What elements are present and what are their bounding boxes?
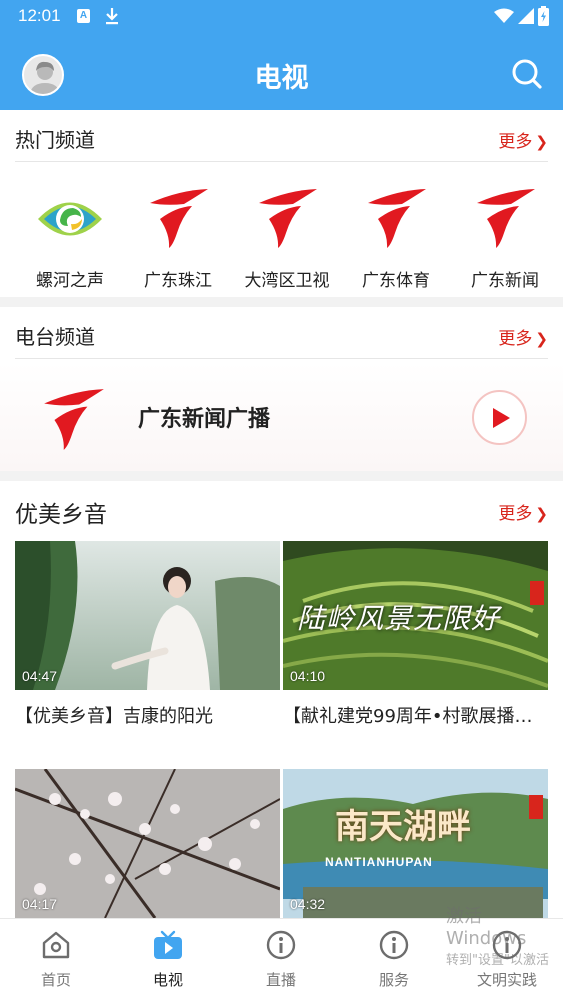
windows-activation-watermark: 激活 Windows 转到"设置"以激活 (446, 906, 563, 972)
battery-icon (538, 6, 549, 26)
more-label: 更多 (498, 132, 533, 152)
video-duration: 04:17 (22, 896, 58, 912)
search-icon[interactable] (511, 58, 543, 90)
chevron-right-icon: ❯ (535, 505, 548, 523)
section-header: 热门频道 更多 ❯ (15, 110, 548, 162)
channel-name: 螺河之声 (36, 271, 104, 291)
nav-label: 电视 (152, 971, 183, 989)
section-title: 优美乡音 (15, 502, 107, 528)
video-thumbnail: 南天湖畔 NANTIANHUPAN 04:32 (283, 769, 548, 918)
video-thumbnail: 陆岭风景无限好 04:10 (283, 541, 548, 690)
nav-item-home[interactable]: 首页 (0, 929, 112, 990)
a-notification-icon: A (77, 9, 90, 23)
chevron-right-icon: ❯ (535, 133, 548, 151)
status-bar: 12:01 A (0, 0, 563, 34)
radio-name: 广东新闻广播 (138, 407, 271, 432)
video-card[interactable]: 陆岭风景无限好 04:10 【献礼建党99周年•村歌展播】… (283, 541, 548, 728)
info-circle-icon (266, 930, 296, 960)
video-duration: 04:47 (22, 668, 58, 684)
home-icon (42, 931, 70, 959)
page-title: 电视 (254, 63, 309, 94)
video-title: 【优美乡音】吉康的阳光 (15, 706, 213, 727)
download-icon (106, 8, 118, 25)
video-card[interactable]: 04:47 【优美乡音】吉康的阳光 (15, 541, 280, 728)
videos-section: 优美乡音 更多 ❯ 04:47 【优美乡音】吉康的阳光 陆岭风景无限好 04:1… (0, 481, 563, 918)
guangdong-tv-logo (368, 189, 426, 248)
channel-name: 广东体育 (362, 271, 430, 291)
app-header: 电视 (0, 34, 563, 110)
guangdong-tv-logo (477, 189, 535, 248)
nav-label: 服务 (378, 971, 409, 989)
video-card[interactable]: 04:17 (15, 769, 280, 918)
nav-item-live[interactable]: 直播 (225, 929, 337, 990)
video-thumbnail: 04:47 (15, 541, 280, 690)
channel-row: 螺河之声 广东珠江 大湾区卫视 广东体育 广东新闻 (0, 170, 563, 291)
watermark-line2: 转到"设置"以激活 (446, 953, 549, 968)
video-duration: 04:32 (290, 896, 326, 912)
channel-item[interactable]: 广东珠江 (122, 170, 234, 291)
section-title: 热门频道 (15, 128, 95, 152)
video-overlay-text: 陆岭风景无限好 (297, 602, 501, 635)
radio-section: 电台频道 更多 ❯ 广东新闻广播 (0, 307, 563, 471)
section-header: 电台频道 更多 ❯ (15, 307, 548, 359)
video-overlay-subtext: NANTIANHUPAN (325, 855, 433, 869)
signal-icon (518, 8, 534, 24)
play-button[interactable] (472, 390, 527, 445)
nav-label: 直播 (265, 971, 296, 989)
watermark-line1: 激活 Windows (446, 906, 527, 949)
radio-item[interactable]: 广东新闻广播 (0, 363, 563, 471)
status-time: 12:01 (18, 6, 61, 25)
more-link[interactable]: 更多 ❯ (498, 499, 548, 524)
more-link[interactable]: 更多 ❯ (498, 324, 548, 349)
channel-name: 广东新闻 (471, 271, 539, 291)
section-title: 电台频道 (15, 325, 95, 349)
more-link[interactable]: 更多 ❯ (498, 127, 548, 152)
guangdong-tv-logo (150, 189, 208, 248)
nav-item-tv[interactable]: 电视 (112, 929, 224, 990)
channel-item[interactable]: 大湾区卫视 (231, 170, 343, 291)
hot-channels-section: 热门频道 更多 ❯ 螺河之声 广东珠江 大湾区卫视 广东体育 广东新闻 (0, 110, 563, 297)
video-title: 【献礼建党99周年•村歌展播】… (283, 706, 548, 727)
channel-name: 广东珠江 (144, 271, 212, 291)
video-duration: 04:10 (290, 668, 326, 684)
channel-item[interactable]: 广东体育 (340, 170, 452, 291)
channel-item[interactable]: 广东新闻 (449, 170, 561, 291)
video-thumbnail: 04:17 (15, 769, 280, 918)
more-label: 更多 (498, 504, 533, 524)
luohe-eye-logo (38, 202, 102, 236)
wifi-icon (494, 8, 514, 23)
video-card[interactable]: 南天湖畔 NANTIANHUPAN 04:32 (283, 769, 548, 918)
nav-label: 首页 (40, 971, 71, 989)
channel-item[interactable]: 螺河之声 (14, 170, 126, 291)
section-header: 优美乡音 更多 ❯ (15, 481, 548, 537)
more-label: 更多 (498, 329, 533, 349)
chevron-right-icon: ❯ (535, 330, 548, 348)
nav-item-service[interactable]: 服务 (338, 929, 450, 990)
play-icon (493, 408, 510, 428)
guangdong-tv-logo (259, 189, 317, 248)
guangdong-tv-logo (44, 389, 104, 450)
info-circle-icon (379, 930, 409, 960)
video-overlay-text: 南天湖畔 (335, 807, 471, 847)
nav-label: 文明实践 (476, 971, 537, 989)
channel-name: 大湾区卫视 (244, 271, 330, 291)
tv-icon (154, 930, 182, 959)
